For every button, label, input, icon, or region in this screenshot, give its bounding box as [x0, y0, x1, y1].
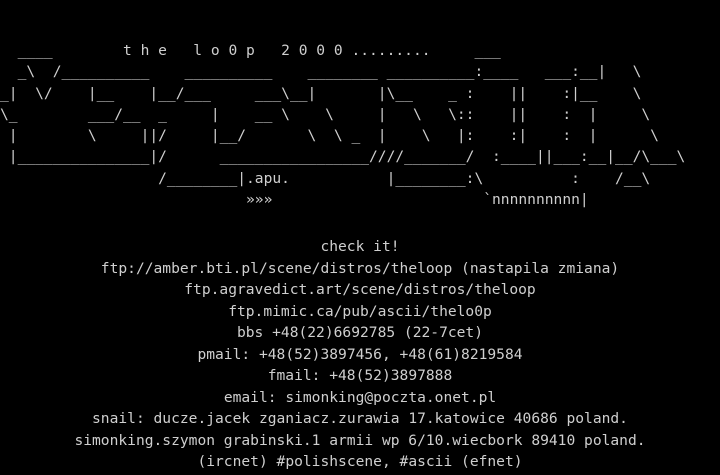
ascii-art-line: | \ ||/ |__/ \ \ _ | \ |: :| : | \ — [0, 127, 659, 145]
ftp-amber-line: ftp://amber.bti.pl/scene/distros/theloop… — [100, 259, 620, 277]
bbs-line: bbs +48(22)6692785 (22-7cet) — [236, 324, 483, 341]
ascii-art-logo: ____ t h e l o 0 p 2 0 0 0 ......... ___… — [0, 40, 720, 210]
ascii-art-line: _\ /__________ __________ ________ _____… — [0, 63, 642, 81]
ascii-art-line: »»» `nnnnnnnnnn| — [0, 191, 589, 209]
contact-info-block: check it! ftp://amber.bti.pl/scene/distr… — [0, 236, 720, 473]
fmail-line: fmail: +48(52)3897888 — [267, 367, 453, 384]
pmail-line: pmail: +48(52)3897456, +48(61)8219584 — [197, 345, 523, 363]
snail-mail-line-2: simonking.szymon grabinski.1 armii wp 6/… — [74, 431, 646, 449]
ascii-art-line: _| \/ |__ |__/___ ___\__| |\__ _ : || :|… — [0, 84, 642, 102]
irc-channels-line: (ircnet) #polishscene, #ascii (efnet) — [197, 453, 523, 470]
terminal-screen: ____ t h e l o 0 p 2 0 0 0 ......... ___… — [0, 0, 720, 475]
ftp-mimic-line: ftp.mimic.ca/pub/ascii/thelo0p — [228, 302, 492, 320]
ascii-art-line: ____ t h e l o 0 p 2 0 0 0 ......... ___ — [0, 42, 501, 59]
ftp-agravedict-line: ftp.agravedict.art/scene/distros/theloop — [184, 281, 536, 298]
check-it-heading: check it! — [320, 238, 400, 255]
ascii-art-line: /________|.apu. |________:\ : /__\ — [0, 169, 651, 187]
ascii-art-line: |_______________|/ _________________////… — [0, 148, 686, 166]
ascii-art-line: \_ ___/__ _ | __ \ \ | \ \:: || : | \ — [0, 105, 651, 123]
email-line: email: simonking@poczta.onet.pl — [223, 388, 497, 406]
snail-mail-line: snail: ducze.jacek zganiacz.zurawia 17.k… — [92, 410, 628, 427]
